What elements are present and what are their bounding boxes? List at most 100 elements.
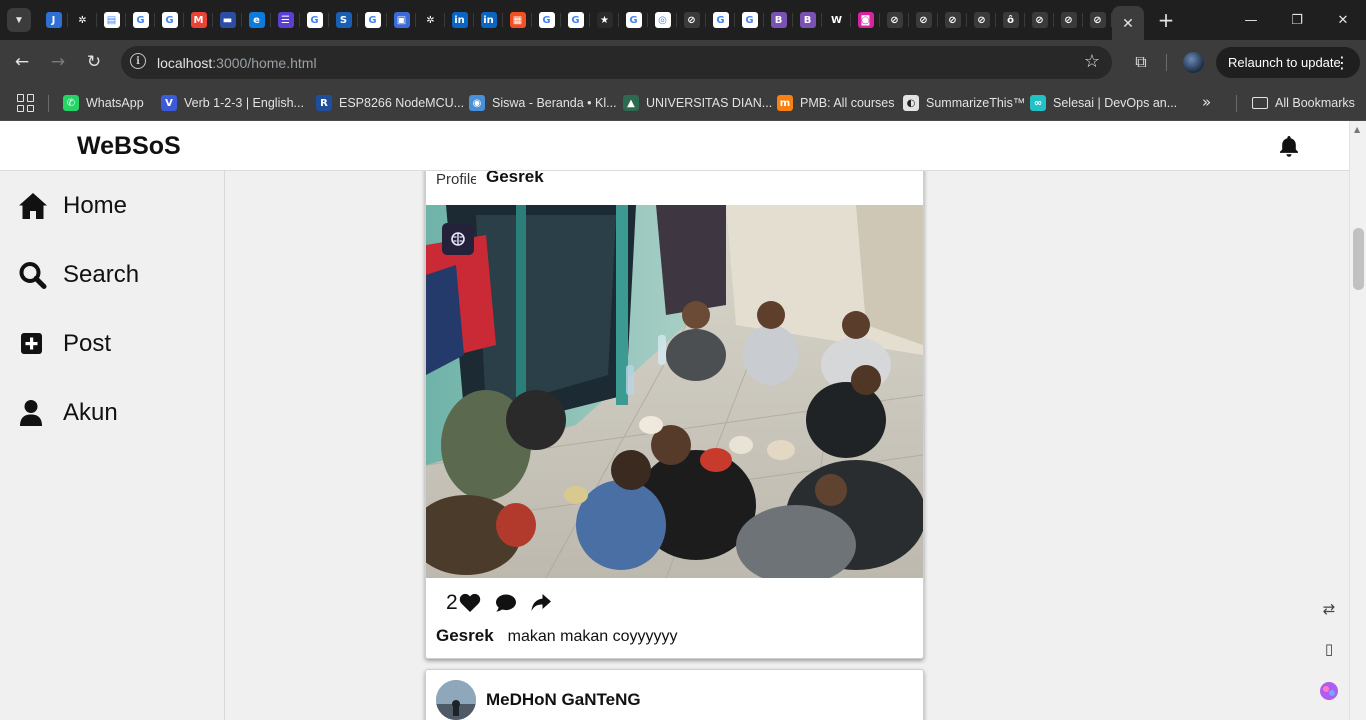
back-button[interactable]: ← [8, 48, 36, 76]
sidebar-item-home[interactable]: Home [18, 186, 127, 226]
browser-tab[interactable]: ✲ [68, 0, 97, 40]
browser-tab[interactable]: ⊘ [1025, 0, 1054, 40]
bookmark-item[interactable]: V Verb 1-2-3 | English... [161, 92, 304, 114]
browser-tab[interactable]: G [532, 0, 561, 40]
browser-tab[interactable]: G [300, 0, 329, 40]
browser-tab[interactable]: ▬ [213, 0, 242, 40]
bookmark-item[interactable]: ✆ WhatsApp [63, 92, 144, 114]
site-info-icon[interactable]: i [130, 53, 146, 69]
close-window-button[interactable]: ✕ [1320, 0, 1366, 40]
new-tab-button[interactable]: + [1152, 6, 1180, 34]
brand-logo[interactable]: WeBSoS [77, 132, 181, 161]
browser-tab[interactable]: M [184, 0, 213, 40]
bookmark-label: WhatsApp [86, 96, 144, 110]
browser-tab[interactable]: e [242, 0, 271, 40]
browser-tab[interactable]: G [619, 0, 648, 40]
avatar[interactable] [436, 680, 476, 720]
url-text[interactable]: localhost:3000/home.html [157, 55, 317, 71]
bookmark-label: PMB: All courses [800, 96, 895, 110]
browser-tab[interactable]: ⊘ [1083, 0, 1112, 40]
home-icon [19, 193, 47, 219]
browser-tab[interactable]: G [126, 0, 155, 40]
gmail-icon: M [190, 12, 207, 28]
sidebar-item-post[interactable]: Post [18, 324, 111, 364]
browser-tab[interactable]: ⊘ [909, 0, 938, 40]
microsoft-icon: ▦ [509, 12, 526, 28]
comment-icon[interactable] [495, 593, 517, 613]
reader-book-icon[interactable]: ▯ [1315, 635, 1343, 663]
browser-tab[interactable]: ⊘ [880, 0, 909, 40]
browser-tab[interactable]: G [358, 0, 387, 40]
post-photo-image [426, 205, 923, 578]
scroll-up-arrow-icon[interactable]: ▲ [1354, 125, 1360, 134]
toolbar-divider [1166, 54, 1167, 71]
bookmark-item[interactable]: ◐ SummarizeThis™ [903, 92, 1025, 114]
sidebar-item-search[interactable]: Search [18, 255, 139, 295]
browser-tab[interactable]: ★ [590, 0, 619, 40]
translate-icon[interactable]: ⇄ [1315, 595, 1343, 623]
more-menu-icon[interactable]: ⋮ [1334, 53, 1350, 72]
bookmark-item[interactable]: ◉ Siswa - Beranda • Kl... [469, 92, 617, 114]
heart-icon[interactable] [459, 593, 481, 613]
browser-tab[interactable]: J [39, 0, 68, 40]
browser-tab[interactable]: ◎ [648, 0, 677, 40]
browser-tab[interactable]: ◙ [851, 0, 880, 40]
search-icon [19, 262, 47, 289]
browser-tab[interactable]: ⊘ [938, 0, 967, 40]
address-bar[interactable]: i localhost:3000/home.html ☆ [121, 46, 1112, 79]
share-icon[interactable] [530, 593, 552, 613]
apps-grid-icon[interactable] [17, 94, 35, 112]
bookmark-star-icon[interactable]: ☆ [1084, 51, 1100, 72]
bell-icon[interactable] [1277, 134, 1301, 158]
ai-assistant-icon[interactable] [1315, 677, 1343, 705]
forward-button[interactable]: → [44, 48, 72, 76]
sidebar-item-akun[interactable]: Akun [18, 393, 118, 433]
caption-username[interactable]: Gesrek [436, 626, 494, 645]
reload-icon: ↻ [86, 52, 102, 72]
browser-tab[interactable]: ▣ [387, 0, 416, 40]
extensions-puzzle-icon[interactable]: ⧉ [1129, 50, 1153, 74]
browser-tab[interactable]: ⊘ [967, 0, 996, 40]
browser-tab[interactable]: ▦ [503, 0, 532, 40]
browser-tab[interactable]: ⊘ [677, 0, 706, 40]
browser-tab[interactable]: ☰ [271, 0, 300, 40]
plus-square-icon [21, 333, 42, 354]
post-photo[interactable] [426, 205, 923, 578]
close-icon[interactable]: ✕ [1122, 15, 1134, 32]
browser-tab[interactable]: ▤ [97, 0, 126, 40]
browser-tab[interactable]: G [706, 0, 735, 40]
restore-button[interactable]: ❐ [1274, 0, 1320, 40]
sidebar-item-label: Akun [63, 399, 118, 426]
bookmark-item[interactable]: m PMB: All courses [777, 92, 894, 114]
browser-tab[interactable]: G [561, 0, 590, 40]
relaunch-button[interactable]: Relaunch to update ⋮ [1216, 47, 1360, 78]
all-bookmarks-button[interactable]: All Bookmarks [1252, 92, 1355, 114]
browser-tab[interactable]: ⊘ [1054, 0, 1083, 40]
sidebar-nav: Home Search Post Akun [0, 171, 225, 720]
browser-tab[interactable]: B [793, 0, 822, 40]
more-bookmarks-icon[interactable]: » [1202, 93, 1211, 111]
browser-tab[interactable]: ✲ [416, 0, 445, 40]
minimize-button[interactable]: — [1228, 0, 1274, 40]
bookmark-item[interactable]: ▲ UNIVERSITAS DIAN... [623, 92, 772, 114]
browser-tab[interactable]: in [445, 0, 474, 40]
active-tab[interactable]: ✕ [1112, 6, 1144, 40]
ai-brain-icon[interactable] [442, 223, 474, 255]
bookmark-item[interactable]: ∞ Selesai | DevOps an... [1030, 92, 1177, 114]
profile-image[interactable]: Profile [436, 171, 476, 195]
bookmark-item[interactable]: R ESP8266 NodeMCU... [316, 92, 464, 114]
page-scrollbar[interactable]: ▲ [1349, 121, 1366, 720]
reload-button[interactable]: ↻ [80, 48, 108, 76]
browser-tab[interactable]: G [735, 0, 764, 40]
browser-tab[interactable]: B [764, 0, 793, 40]
browser-tab[interactable]: ô [996, 0, 1025, 40]
post-card: Profile Gesrek 2 Gesrek makan makan coyy… [425, 141, 924, 659]
browser-tab[interactable]: G [155, 0, 184, 40]
scroll-thumb[interactable] [1353, 228, 1364, 290]
browser-tab[interactable]: W [822, 0, 851, 40]
post-author[interactable]: MeDHoN GaNTeNG [486, 690, 641, 710]
browser-tab[interactable]: in [474, 0, 503, 40]
tab-search-button[interactable]: ▼ [7, 8, 31, 32]
browser-tab[interactable]: S [329, 0, 358, 40]
profile-avatar[interactable] [1183, 52, 1204, 73]
